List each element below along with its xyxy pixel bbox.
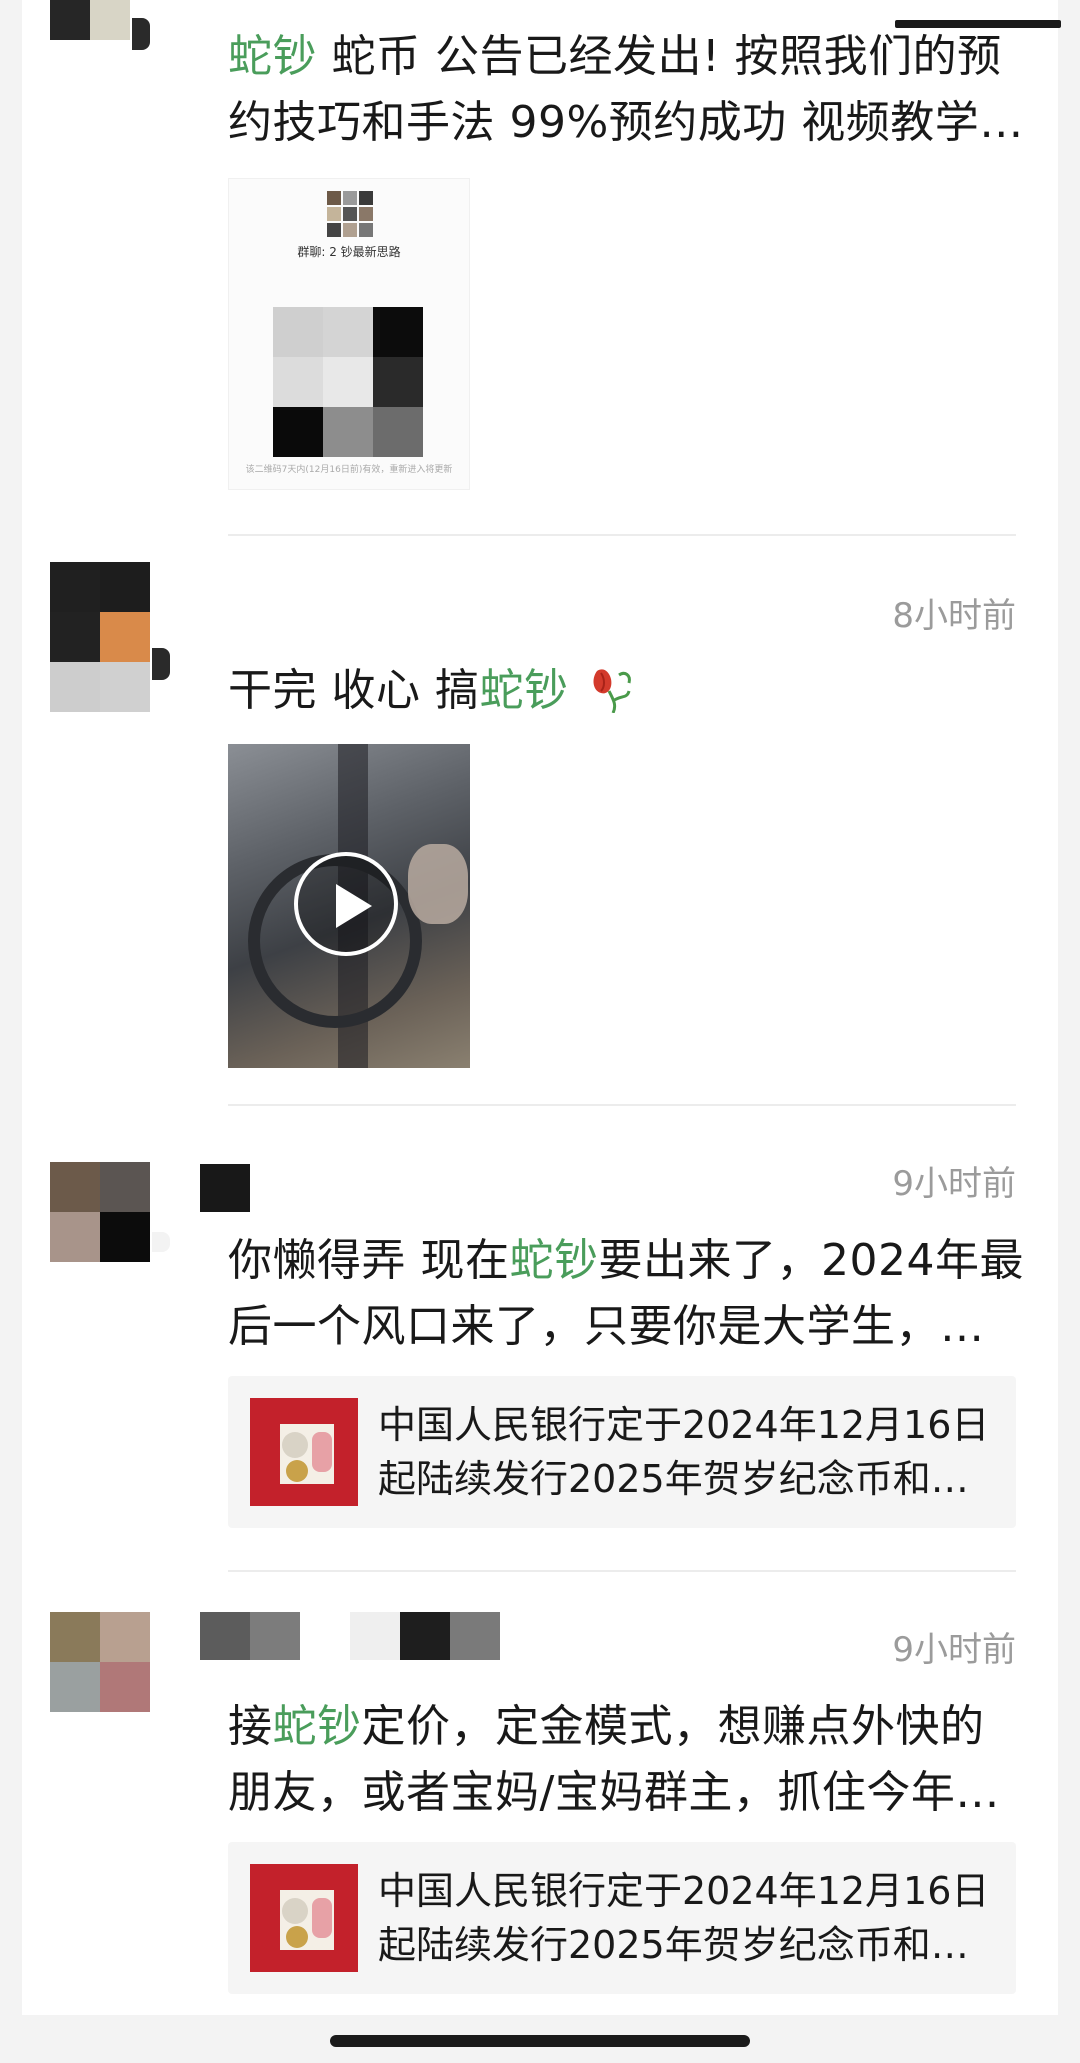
username[interactable] — [200, 1612, 500, 1660]
shared-link-card[interactable]: 中国人民银行定于2024年12月16日 起陆续发行2025年贺岁纪念币和… — [228, 1376, 1016, 1528]
avatar[interactable] — [50, 1612, 150, 1712]
moments-feed-screen: 蛇钞 蛇币 公告已经发出! 按照我们的预 约技巧和手法 99%预约成功 视频教学… — [0, 0, 1080, 2063]
link-thumbnail — [250, 1864, 358, 1972]
highlight-keyword[interactable]: 蛇钞 — [479, 665, 568, 716]
qr-code — [273, 307, 423, 457]
shared-link-card[interactable]: 中国人民银行定于2024年12月16日 起陆续发行2025年贺岁纪念币和… — [228, 1842, 1016, 1994]
avatar-badge — [132, 18, 150, 50]
highlight-keyword[interactable]: 蛇钞 — [273, 1701, 362, 1752]
wilted-flower-icon — [593, 669, 631, 713]
link-title: 中国人民银行定于2024年12月16日 起陆续发行2025年贺岁纪念币和… — [378, 1869, 990, 1967]
avatar[interactable] — [50, 0, 130, 40]
qr-group-label: 群聊: 2 钞最新思路 — [297, 245, 401, 259]
feed-content: 蛇钞 蛇币 公告已经发出! 按照我们的预 约技巧和手法 99%预约成功 视频教学… — [22, 0, 1058, 2015]
highlight-keyword[interactable]: 蛇钞 — [228, 31, 317, 82]
video-thumbnail[interactable] — [228, 744, 470, 1068]
video-play-icon[interactable] — [294, 852, 398, 956]
group-thumbnails — [327, 191, 373, 237]
post-timestamp: 9小时前 — [892, 1164, 1016, 1204]
post-divider — [228, 534, 1016, 536]
post-text[interactable]: 你懒得弄 现在蛇钞要出来了，2024年最 后一个风口来了，只要你是大学生，… — [228, 1228, 1038, 1360]
post-text[interactable]: 干完 收心 搞蛇钞 — [228, 658, 1038, 724]
highlight-keyword[interactable]: 蛇钞 — [510, 1235, 599, 1286]
post-divider — [228, 1104, 1016, 1106]
avatar[interactable] — [50, 1162, 150, 1262]
avatar-badge — [152, 1232, 170, 1252]
avatar-badge — [152, 648, 170, 680]
post-text[interactable]: 接蛇钞定价，定金模式，想赚点外快的 朋友，或者宝妈/宝妈群主，抓住今年… — [228, 1694, 1038, 1826]
qr-code-image[interactable]: 群聊: 2 钞最新思路 该二维码7天内(12月16日前)有效，重新进入将更新 — [228, 178, 470, 490]
link-title: 中国人民银行定于2024年12月16日 起陆续发行2025年贺岁纪念币和… — [378, 1403, 990, 1501]
post-timestamp: 8小时前 — [892, 596, 1016, 636]
post-divider — [228, 1570, 1016, 1572]
link-thumbnail — [250, 1398, 358, 1506]
avatar[interactable] — [50, 562, 150, 712]
status-bar-indicator — [895, 20, 1061, 28]
home-indicator[interactable] — [330, 2035, 750, 2047]
qr-note: 该二维码7天内(12月16日前)有效，重新进入将更新 — [245, 465, 453, 475]
post-timestamp: 9小时前 — [892, 1630, 1016, 1670]
username[interactable] — [200, 1164, 250, 1212]
post-text[interactable]: 蛇钞 蛇币 公告已经发出! 按照我们的预 约技巧和手法 99%预约成功 视频教学… — [228, 24, 1038, 156]
